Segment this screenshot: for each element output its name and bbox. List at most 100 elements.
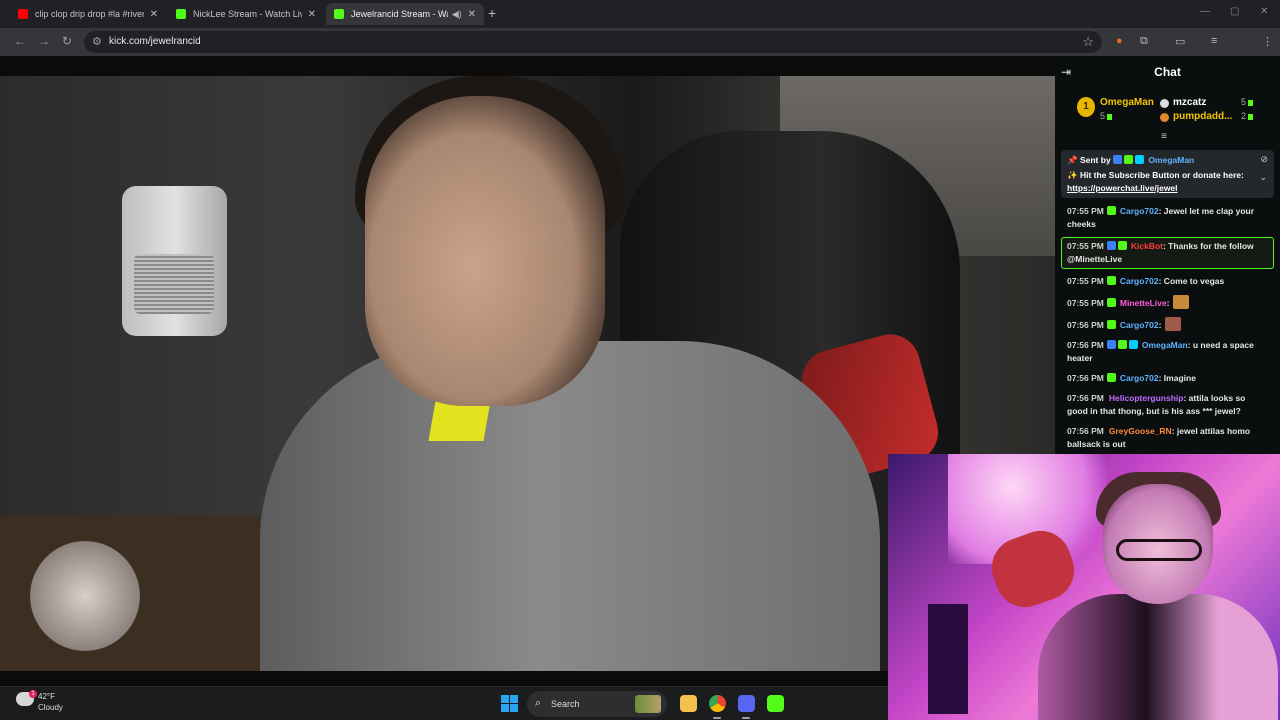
message-username[interactable]: Cargo702 [1120, 373, 1159, 383]
message-username[interactable]: OmegaMan [1142, 340, 1188, 350]
chat-message[interactable]: 07:56 PM OmegaMan: u need a space heater [1061, 338, 1274, 366]
message-timestamp: 07:55 PM [1067, 241, 1104, 251]
gift-icon [1107, 113, 1113, 120]
kick-app-icon[interactable] [767, 695, 784, 712]
active-indicator [742, 717, 750, 719]
menu-kebab-icon[interactable]: ⋮ [1262, 35, 1273, 48]
message-username[interactable]: Cargo702 [1120, 320, 1159, 330]
message-text: : [1166, 298, 1170, 308]
leaderboard-name[interactable]: OmegaMan [1100, 97, 1154, 108]
chat-message[interactable]: 07:55 PM MinetteLive: [1061, 294, 1274, 311]
bookmark-star-icon[interactable]: ☆ [1082, 34, 1094, 50]
cam-person-body [1038, 594, 1278, 720]
window-close-icon[interactable]: ✕ [1260, 6, 1268, 17]
chat-panel: ⇥ Chat 1 OmegaMan 5 mzcatz 5 pumpdadd...… [1055, 56, 1280, 454]
message-username[interactable]: Cargo702 [1120, 206, 1159, 216]
browser-toolbar: ← → ↻ ⚙ kick.com/jewelrancid ☆ ● ⧉ ▭ ≡ A… [0, 28, 1280, 77]
url-text: kick.com/jewelrancid [109, 36, 201, 47]
pinned-message[interactable]: 📌 Sent by OmegaMan ✨ Hit the Subscribe B… [1061, 150, 1274, 198]
message-timestamp: 07:55 PM [1067, 298, 1104, 308]
tab-title: NickLee Stream - Watch Live o [193, 9, 302, 19]
close-icon[interactable]: ✕ [150, 9, 158, 20]
search-icon: ⌕ [535, 697, 542, 709]
speaker-icon[interactable]: ◀) [452, 9, 462, 20]
badge-icon [1135, 155, 1145, 164]
chat-message[interactable]: 07:55 PM Cargo702: Come to vegas [1061, 274, 1274, 289]
reload-icon[interactable]: ↻ [62, 34, 72, 48]
video-hoodie-yellow-tag [428, 401, 491, 441]
back-icon[interactable]: ← [14, 34, 26, 48]
message-timestamp: 07:56 PM [1067, 340, 1104, 350]
gift-icon [1248, 99, 1254, 106]
message-username[interactable]: Cargo702 [1120, 276, 1159, 286]
forward-icon[interactable]: → [38, 34, 50, 48]
rank-badge: 1 [1077, 97, 1095, 117]
chat-message[interactable]: 07:56 PM Cargo702: Imagine [1061, 371, 1274, 386]
chevron-down-icon[interactable]: ⌄ [1259, 172, 1267, 183]
badge-icon [1117, 340, 1127, 349]
chat-message[interactable]: 07:55 PM Cargo702: Jewel let me clap your… [1061, 204, 1274, 232]
chrome-icon[interactable] [709, 695, 726, 712]
pin-icon: 📌 [1067, 155, 1078, 165]
message-timestamp: 07:55 PM [1067, 206, 1104, 216]
address-bar[interactable]: ⚙ kick.com/jewelrancid ☆ [84, 31, 1102, 53]
youtube-favicon-icon [18, 9, 28, 19]
tab-nicklee[interactable]: NickLee Stream - Watch Live o ✕ [168, 3, 324, 25]
pinned-link[interactable]: https://powerchat.live/jewel [1067, 183, 1178, 193]
cast-icon[interactable]: ▭ [1175, 35, 1185, 48]
badge-icon [1117, 241, 1127, 250]
message-text: : [1158, 320, 1162, 330]
kick-favicon-icon [334, 9, 344, 19]
badge-icon [1106, 206, 1116, 215]
discord-icon[interactable] [738, 695, 755, 712]
badge-icon [1124, 155, 1134, 164]
leaderboard-count: 5 [1241, 97, 1254, 107]
close-icon[interactable]: ✕ [308, 9, 316, 20]
leaderboard-name[interactable]: mzcatz [1173, 97, 1206, 108]
notification-badge: 1 [29, 690, 37, 698]
chat-message[interactable]: 07:56 PM Cargo702: [1061, 316, 1274, 333]
emote-icon [1173, 295, 1190, 309]
browser-tabstrip: clip clop drip drop #la #riversid ✕ Nick… [0, 0, 1280, 28]
message-timestamp: 07:56 PM [1067, 320, 1104, 330]
new-tab-icon[interactable]: + [488, 5, 496, 21]
minimize-icon[interactable]: — [1200, 6, 1210, 17]
message-username[interactable]: MinetteLive [1120, 298, 1167, 308]
weather-temperature[interactable]: 42°F [38, 692, 55, 701]
tab-jewelrancid[interactable]: Jewelrancid Stream - Watch ◀) ✕ [326, 3, 484, 25]
chat-message[interactable]: 07:56 PM Helicoptergunship: attila looks … [1061, 391, 1274, 419]
windows-start-icon[interactable] [501, 695, 518, 712]
tab-youtube[interactable]: clip clop drip drop #la #riversid ✕ [10, 3, 166, 25]
message-username[interactable]: Helicoptergunship [1109, 393, 1184, 403]
badge-icon [1106, 241, 1116, 250]
chat-messages: 07:55 PM Cargo702: Jewel let me clap your… [1061, 204, 1274, 457]
chat-message[interactable]: 07:56 PM GreyGoose_RN: jewel attilas homo… [1061, 424, 1274, 452]
chat-message[interactable]: 07:55 PM KickBot: Thanks for the follow @… [1061, 237, 1274, 269]
close-icon[interactable]: ✕ [468, 9, 476, 20]
message-timestamp: 07:55 PM [1067, 276, 1104, 286]
badge-icon [1106, 276, 1116, 285]
video-streamer-hoodie [260, 341, 880, 671]
badge-icon [1113, 155, 1123, 164]
cam-person-glasses [1116, 539, 1202, 561]
puzzle-extensions-icon[interactable]: ⧉ [1140, 35, 1148, 48]
message-username[interactable]: GreyGoose_RN [1109, 426, 1172, 436]
badge-icon [1106, 298, 1116, 307]
badge-icon [1106, 320, 1116, 329]
cam-lamp [928, 604, 968, 714]
message-timestamp: 07:56 PM [1067, 426, 1104, 436]
maximize-icon[interactable]: ▢ [1230, 6, 1239, 17]
extension-icon[interactable]: ● [1116, 35, 1123, 47]
expand-leaderboard-icon[interactable]: ≡ [1161, 131, 1167, 142]
video-streamer-face [365, 96, 605, 406]
kick-favicon-icon [176, 9, 186, 19]
file-explorer-icon[interactable] [680, 695, 697, 712]
media-controls-icon[interactable]: ≡ [1211, 35, 1217, 47]
message-username[interactable]: KickBot [1131, 241, 1163, 251]
leaderboard-name[interactable]: pumpdadd... [1173, 111, 1232, 122]
taskbar-search[interactable]: ⌕ Search [527, 691, 667, 717]
site-info-icon[interactable]: ⚙ [92, 35, 102, 48]
unpin-icon[interactable]: ⊘ [1260, 154, 1268, 165]
weather-condition[interactable]: Cloudy [38, 703, 63, 712]
video-hand [30, 541, 140, 651]
